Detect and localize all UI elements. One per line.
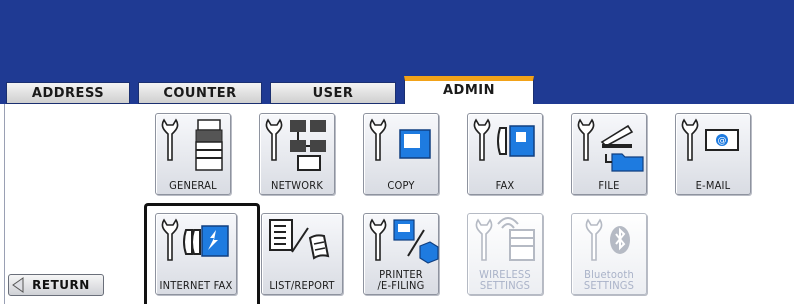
email-button[interactable]: @ E-MAIL	[675, 113, 751, 195]
list-report-button[interactable]: LIST/REPORT	[261, 213, 343, 295]
network-label: NETWORK	[270, 179, 324, 192]
wireless-settings-label-line2: SETTINGS	[479, 279, 531, 292]
wrench-bluetooth-icon	[585, 218, 630, 261]
wireless-settings-button[interactable]: WIRELESS SETTINGS	[467, 213, 543, 295]
wrench-fax-icon	[473, 118, 535, 161]
file-button[interactable]: FILE	[571, 113, 647, 195]
wireless-settings-label: WIRELESS SETTINGS	[468, 269, 542, 291]
header-bar	[0, 0, 794, 82]
copy-button[interactable]: COPY	[363, 113, 439, 195]
file-label: FILE	[598, 179, 620, 192]
tab-address[interactable]: ADDRESS	[6, 82, 130, 104]
list-report-label: LIST/REPORT	[269, 279, 335, 292]
printer-efiling-button[interactable]: PRINTER /E-FILING	[363, 213, 439, 295]
tab-user[interactable]: USER	[270, 82, 396, 104]
general-label: GENERAL	[169, 179, 217, 192]
tab-admin[interactable]: ADMIN	[404, 76, 534, 104]
printer-efiling-label: PRINTER /E-FILING	[364, 269, 438, 291]
return-button[interactable]: RETURN	[8, 274, 104, 296]
printer-efiling-label-line2: /E-FILING	[377, 279, 425, 292]
bluetooth-settings-label: Bluetooth SETTINGS	[572, 269, 646, 291]
bluetooth-settings-button[interactable]: Bluetooth SETTINGS	[571, 213, 647, 295]
fax-label: FAX	[495, 179, 515, 192]
network-button[interactable]: NETWORK	[259, 113, 335, 195]
wrench-file-icon	[577, 118, 644, 172]
wrench-email-icon: @	[681, 118, 739, 161]
svg-text:@: @	[718, 136, 727, 146]
list-report-icon	[269, 219, 330, 260]
copy-label: COPY	[387, 179, 415, 192]
wrench-printer-icon	[161, 118, 223, 171]
wrench-wireless-icon	[475, 217, 535, 261]
fax-button[interactable]: FAX	[467, 113, 543, 195]
back-arrow-icon	[12, 277, 24, 293]
selection-highlight	[144, 203, 260, 304]
wrench-network-icon	[265, 118, 326, 171]
return-label: RETURN	[32, 278, 90, 292]
bluetooth-settings-label-line2: SETTINGS	[583, 279, 635, 292]
tab-counter[interactable]: COUNTER	[138, 82, 262, 104]
general-button[interactable]: GENERAL	[155, 113, 231, 195]
wrench-printer-efiling-icon	[369, 218, 439, 264]
email-label: E-MAIL	[695, 179, 731, 192]
wrench-copy-icon	[369, 118, 431, 161]
